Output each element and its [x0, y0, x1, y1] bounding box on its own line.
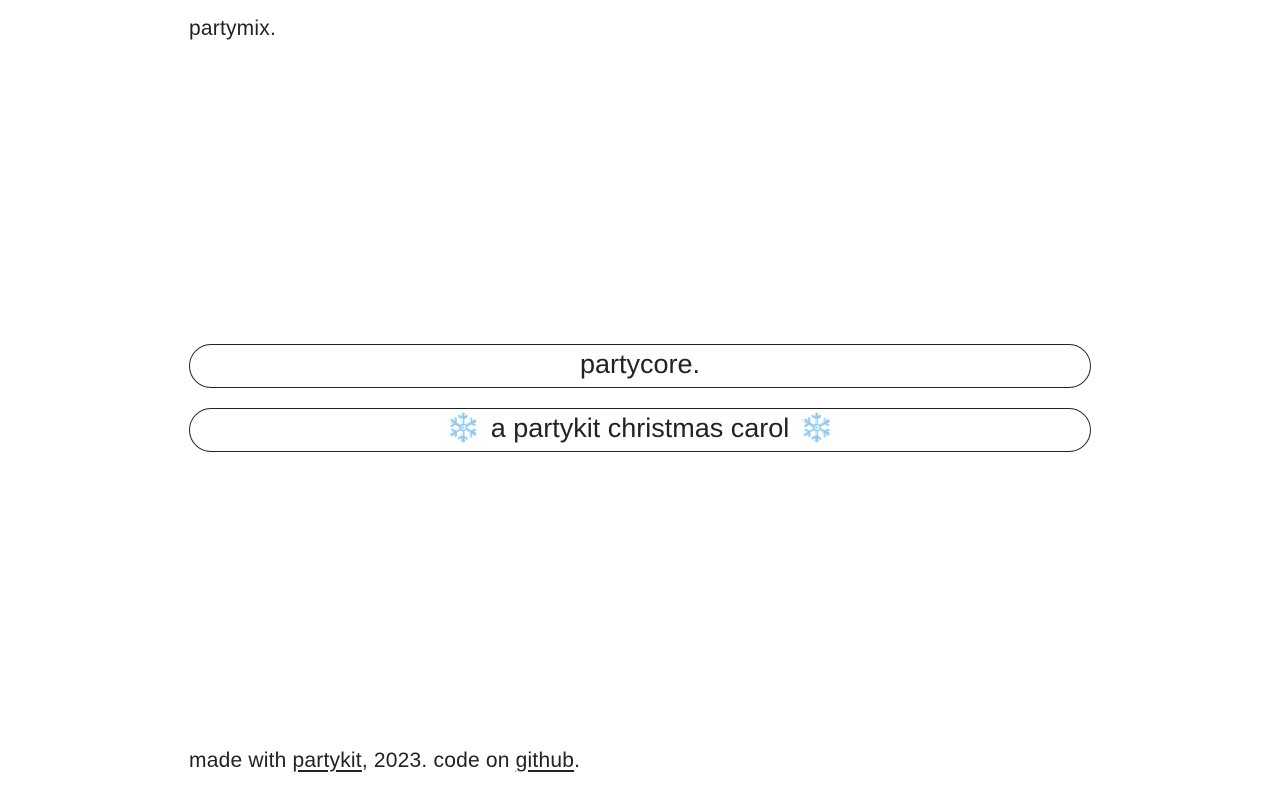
mix-button-partycore[interactable]: partycore.: [189, 344, 1091, 388]
mix-button-christmas-carol[interactable]: ❄️ a partykit christmas carol ❄️: [189, 408, 1091, 452]
mix-list: partycore. ❄️ a partykit christmas carol…: [189, 344, 1091, 452]
footer-prefix: made with: [189, 749, 293, 772]
snowflake-icon: ❄️: [445, 412, 481, 443]
mix-label: a partykit christmas carol: [490, 412, 790, 443]
github-link[interactable]: github: [516, 749, 574, 772]
page: partymix. partycore. ❄️ a partykit chris…: [0, 0, 1280, 800]
mix-label: partycore.: [579, 348, 701, 379]
footer-middle: , 2023. code on: [361, 749, 516, 772]
partykit-link[interactable]: partykit: [293, 749, 362, 772]
footer: made with partykit, 2023. code on github…: [189, 749, 580, 773]
snowflake-icon: ❄️: [799, 412, 835, 443]
brand-logo-link[interactable]: partymix.: [189, 17, 276, 41]
footer-suffix: .: [574, 749, 581, 772]
